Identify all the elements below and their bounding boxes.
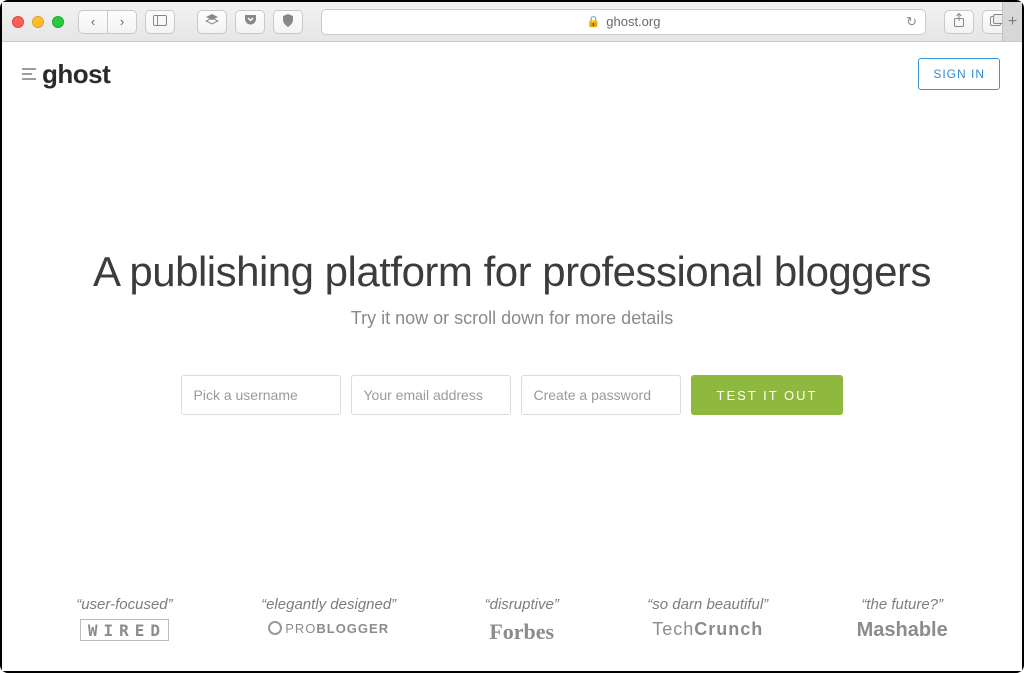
address-bar[interactable]: 🔒 ghost.org ↻ (321, 9, 926, 35)
site-header: ghost SIGN IN (2, 42, 1022, 90)
window-close-button[interactable] (12, 16, 24, 28)
sign-in-label: SIGN IN (933, 67, 985, 81)
cta-label: TEST IT OUT (717, 388, 818, 403)
username-input[interactable] (181, 375, 341, 415)
share-button[interactable] (944, 10, 974, 34)
press-quote: “user-focused” (76, 596, 172, 613)
page-body: ghost SIGN IN A publishing platform for … (2, 42, 1022, 671)
nav-forward-button[interactable]: › (107, 10, 137, 34)
press-logo-forbes: Forbes (485, 619, 559, 645)
brand-wordmark: ghost (42, 59, 110, 90)
brand[interactable]: ghost (22, 59, 110, 90)
signup-form: TEST IT OUT (42, 375, 982, 415)
hamburger-icon (22, 68, 36, 80)
lock-icon: 🔒 (587, 15, 601, 28)
window-minimize-button[interactable] (32, 16, 44, 28)
window-controls (12, 16, 64, 28)
hero-title: A publishing platform for professional b… (42, 248, 982, 296)
hero: A publishing platform for professional b… (2, 248, 1022, 415)
extension-button-adblock[interactable] (273, 10, 303, 34)
plus-icon: + (1008, 13, 1017, 31)
pocket-icon (244, 14, 257, 29)
sidebar-icon (153, 14, 167, 29)
password-input[interactable] (521, 375, 681, 415)
hero-subtitle: Try it now or scroll down for more detai… (42, 308, 982, 329)
press-logo-mashable: Mashable (857, 619, 948, 642)
press-item-problogger: “elegantly designed” PROBLOGGER (261, 596, 396, 645)
window-maximize-button[interactable] (52, 16, 64, 28)
press-quote: “so darn beautiful” (647, 596, 768, 613)
browser-toolbar: ‹ › 🔒 ghost.org ↻ (2, 2, 1022, 42)
press-item-mashable: “the future?” Mashable (857, 596, 948, 645)
sign-in-button[interactable]: SIGN IN (918, 58, 1000, 90)
press-quote: “elegantly designed” (261, 596, 396, 613)
press-logo-problogger: PROBLOGGER (261, 619, 396, 636)
test-it-out-button[interactable]: TEST IT OUT (691, 375, 844, 415)
chevron-right-icon: › (120, 14, 124, 29)
share-icon (953, 13, 965, 30)
press-logo-wired: WIRED (80, 619, 169, 641)
press-item-wired: “user-focused” WIRED (76, 596, 172, 645)
press-logo-techcrunch: TechCrunch (647, 619, 768, 640)
sidebar-toggle-button[interactable] (145, 10, 175, 34)
address-bar-text: ghost.org (606, 14, 660, 29)
stack-icon (205, 14, 219, 29)
extension-button-buffer[interactable] (197, 10, 227, 34)
reload-icon[interactable]: ↻ (906, 14, 917, 30)
shield-icon (282, 14, 294, 30)
nav-back-button[interactable]: ‹ (78, 10, 108, 34)
press-quote: “disruptive” (485, 596, 559, 613)
press-item-forbes: “disruptive” Forbes (485, 596, 559, 645)
extension-button-pocket[interactable] (235, 10, 265, 34)
press-item-techcrunch: “so darn beautiful” TechCrunch (647, 596, 768, 645)
new-tab-button[interactable]: + (1002, 2, 1022, 41)
gear-icon (268, 621, 282, 635)
press-quote: “the future?” (857, 596, 948, 613)
press-quotes-row: “user-focused” WIRED “elegantly designed… (2, 596, 1022, 645)
email-input[interactable] (351, 375, 511, 415)
chevron-left-icon: ‹ (91, 14, 95, 29)
